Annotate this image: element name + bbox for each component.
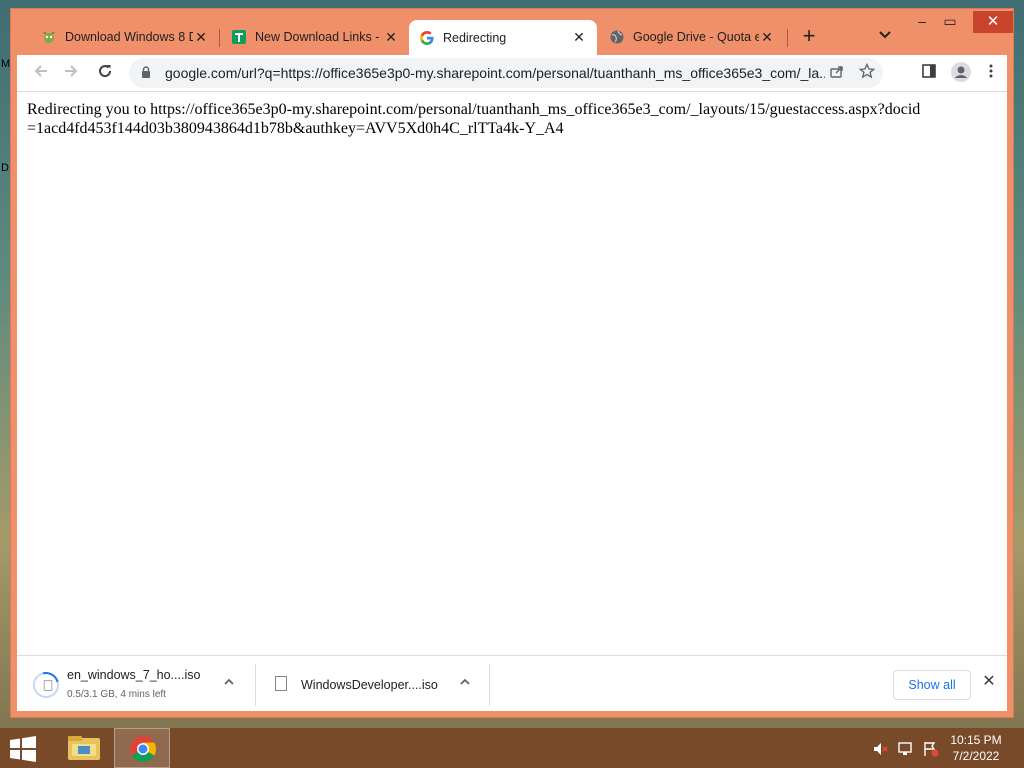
reload-button[interactable] (93, 61, 117, 85)
taskbar: 10:15 PM 7/2/2022 (0, 728, 1024, 768)
address-bar[interactable]: google.com/url?q=https://office365e3p0-m… (129, 58, 883, 88)
tab-title: New Download Links - (255, 30, 380, 44)
close-tab-icon[interactable]: ✕ (383, 29, 399, 46)
toolbar: google.com/url?q=https://office365e3p0-m… (17, 55, 1007, 91)
tab-title: Google Drive - Quota e (633, 30, 759, 44)
close-window-button[interactable]: ✕ (973, 11, 1013, 33)
side-panel-icon[interactable] (917, 61, 941, 85)
file-icon (275, 676, 287, 691)
globe-icon (609, 29, 625, 45)
url-text[interactable]: google.com/url?q=https://office365e3p0-m… (165, 65, 825, 81)
desktop-label: D (1, 162, 9, 174)
maximize-button[interactable]: ▭ (937, 13, 963, 35)
close-icon[interactable]: ✕ (979, 672, 999, 692)
tab-title: Redirecting (443, 30, 507, 45)
close-tab-icon[interactable]: ✕ (571, 29, 587, 46)
desktop-label: M (1, 58, 11, 70)
back-button[interactable] (29, 61, 53, 85)
volume-muted-icon[interactable] (872, 740, 890, 758)
action-center-flag-icon[interactable] (922, 740, 940, 758)
show-all-button[interactable]: Show all (893, 670, 971, 700)
network-icon[interactable] (897, 740, 915, 758)
download-bar: en_windows_7_ho....iso 0.5/3.1 GB, 4 min… (17, 655, 1007, 711)
download-item[interactable]: WindowsDeveloper....iso (257, 656, 489, 712)
profile-avatar-icon[interactable] (949, 61, 973, 85)
tab-title: Download Windows 8 D (65, 30, 193, 44)
tab-separator (787, 29, 788, 47)
download-item[interactable]: en_windows_7_ho....iso 0.5/3.1 GB, 4 min… (17, 656, 255, 712)
google-icon (419, 30, 435, 46)
tab-separator (219, 29, 220, 47)
browser-window: Download Windows 8 D ✕ New Download Link… (10, 8, 1014, 718)
sheets-icon (231, 29, 247, 45)
close-tab-icon[interactable]: ✕ (193, 29, 209, 46)
system-clock[interactable]: 10:15 PM 7/2/2022 (946, 732, 1006, 764)
tab-download-windows[interactable]: Download Windows 8 D ✕ (31, 21, 219, 53)
download-status: 0.5/3.1 GB, 4 mins left (67, 689, 166, 700)
lock-icon (142, 66, 150, 78)
page-content: Redirecting you to https://office365e3p0… (17, 91, 1007, 655)
download-filename: WindowsDeveloper....iso (301, 678, 438, 692)
clock-time: 10:15 PM (950, 733, 1002, 747)
download-filename: en_windows_7_ho....iso (67, 668, 201, 682)
chevron-up-icon[interactable] (223, 676, 235, 691)
chevron-down-icon[interactable] (875, 27, 895, 47)
redirect-message: Redirecting you to https://office365e3p0… (27, 101, 921, 137)
download-separator (489, 664, 490, 706)
file-explorer-icon[interactable] (56, 728, 112, 768)
tab-new-download-links[interactable]: New Download Links - ✕ (221, 21, 409, 53)
tab-redirecting[interactable]: Redirecting ✕ (409, 20, 597, 55)
new-tab-button[interactable]: + (797, 25, 821, 49)
download-separator (255, 664, 256, 706)
windows-start-button[interactable] (8, 736, 38, 762)
bug-icon (41, 29, 57, 45)
star-icon[interactable] (857, 62, 877, 83)
file-icon (43, 680, 53, 691)
forward-button[interactable] (59, 61, 83, 85)
chevron-up-icon[interactable] (459, 676, 471, 691)
close-tab-icon[interactable]: ✕ (759, 29, 775, 46)
menu-kebab-icon[interactable] (979, 61, 1003, 85)
minimize-button[interactable]: – (909, 13, 935, 35)
clock-date: 7/2/2022 (952, 749, 1000, 763)
tab-google-drive-quota[interactable]: Google Drive - Quota e ✕ (599, 21, 785, 53)
tab-strip: Download Windows 8 D ✕ New Download Link… (11, 9, 1013, 55)
chrome-taskbar-icon[interactable] (114, 728, 170, 768)
share-icon[interactable] (827, 63, 847, 83)
